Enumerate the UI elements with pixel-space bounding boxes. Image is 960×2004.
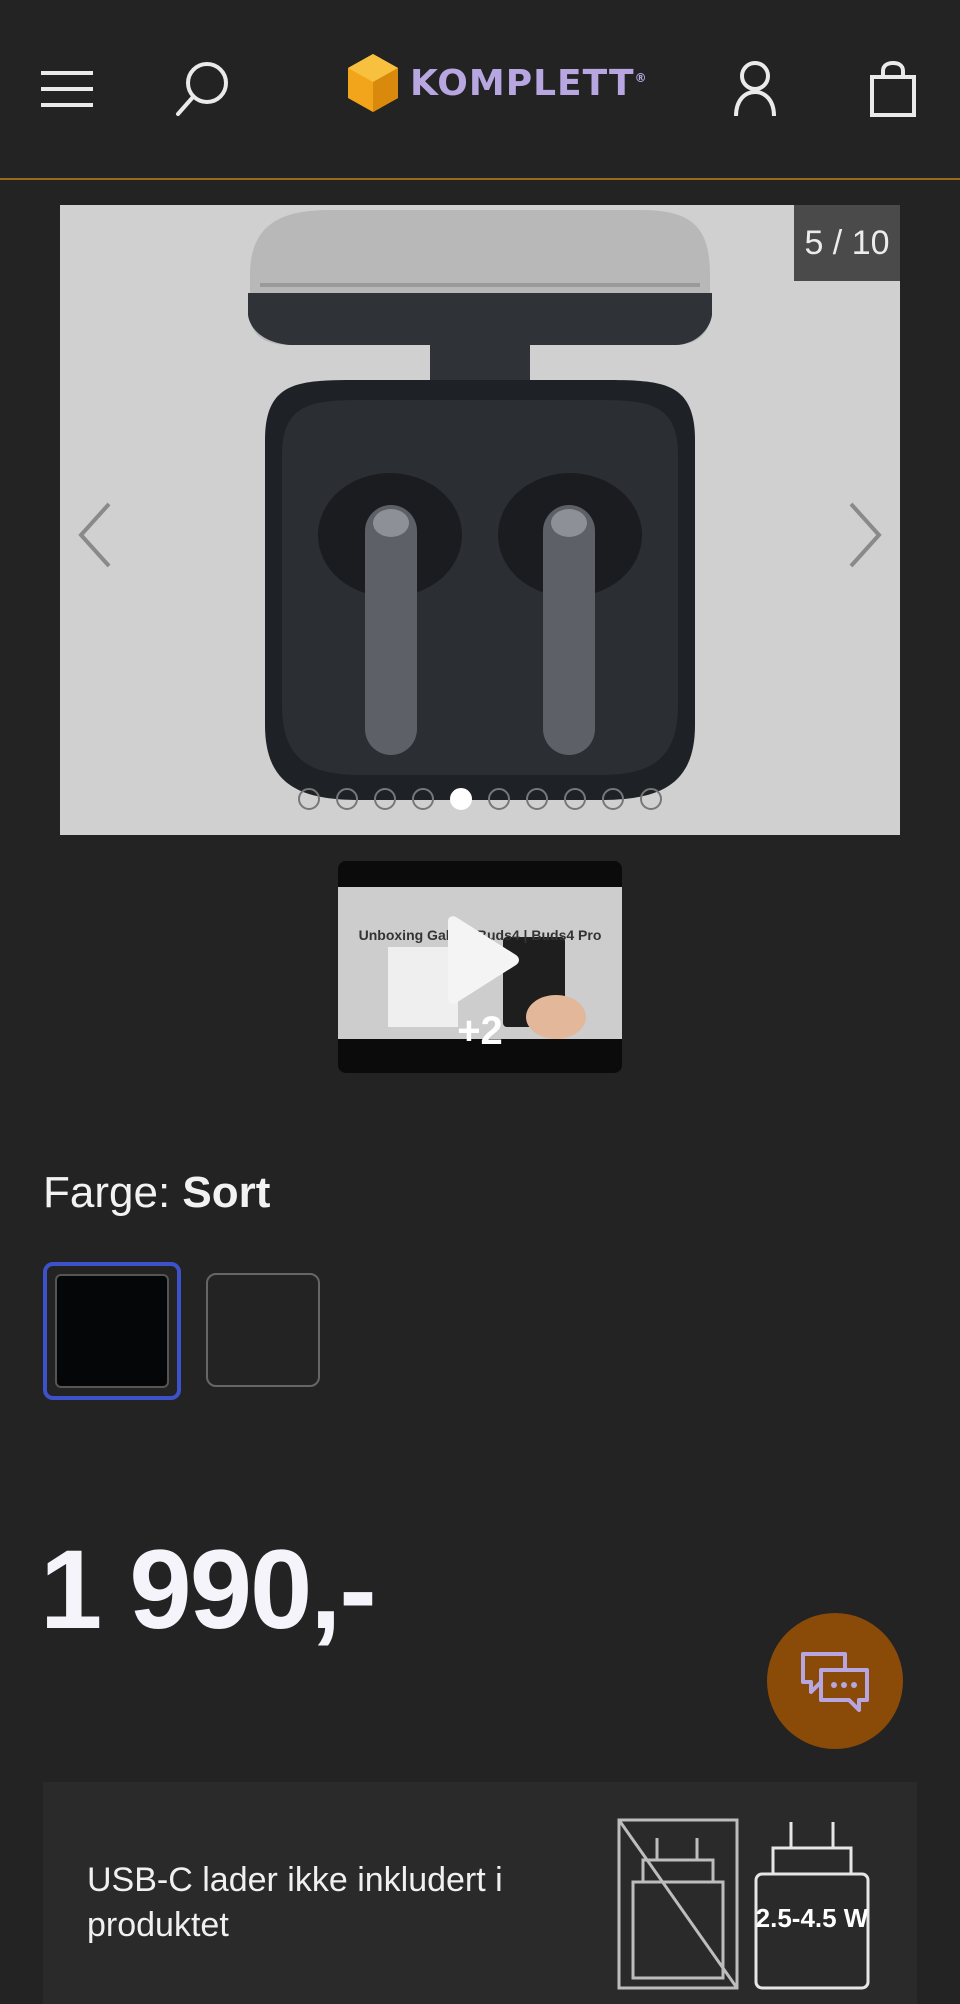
no-charger-icon xyxy=(617,1818,739,1990)
charger-watt-icon-wrap: 2.5-4.5 W xyxy=(753,1818,871,1990)
gallery-pagination xyxy=(60,788,900,810)
video-thumbnail[interactable]: Unboxing Galaxy Buds4 | Buds4 Pro +2 xyxy=(338,861,622,1073)
pagination-dot[interactable] xyxy=(298,788,320,810)
chevron-right-icon xyxy=(849,502,882,568)
next-image-button[interactable] xyxy=(830,485,900,585)
no-charger-icon-wrap xyxy=(617,1818,739,1995)
play-icon xyxy=(448,916,519,1004)
color-swatch-alternate[interactable] xyxy=(206,1273,320,1387)
more-media-count: +2 xyxy=(457,1009,503,1053)
logo-text: KOMPLETT® xyxy=(410,62,648,104)
user-icon xyxy=(734,61,776,117)
search-button[interactable] xyxy=(158,44,248,134)
menu-button[interactable] xyxy=(22,44,112,134)
product-image-gallery[interactable]: 5 / 10 xyxy=(60,205,900,835)
site-header: KOMPLETT® xyxy=(0,0,960,180)
pagination-dot[interactable] xyxy=(564,788,586,810)
charger-info-box: USB-C lader ikke inkludert i produktet 2… xyxy=(43,1782,917,2004)
color-selector-label: Farge: Sort xyxy=(43,1168,271,1217)
product-price: 1 990,- xyxy=(40,1527,377,1652)
chat-icon xyxy=(801,1652,869,1712)
logo-mark-icon xyxy=(348,54,398,112)
pagination-dot[interactable] xyxy=(336,788,358,810)
prev-image-button[interactable] xyxy=(60,485,130,585)
account-button[interactable] xyxy=(710,44,800,134)
search-icon xyxy=(176,62,228,116)
product-image-earbuds xyxy=(60,205,900,835)
pagination-dot[interactable] xyxy=(640,788,662,810)
menu-icon xyxy=(41,71,93,107)
image-counter: 5 / 10 xyxy=(794,205,900,281)
pagination-dot[interactable] xyxy=(412,788,434,810)
komplett-logo[interactable]: KOMPLETT® xyxy=(346,52,648,114)
cart-icon xyxy=(870,61,916,117)
chat-button[interactable] xyxy=(767,1613,903,1749)
pagination-dot[interactable] xyxy=(526,788,548,810)
color-swatch-black[interactable] xyxy=(43,1262,181,1400)
charger-wattage: 2.5-4.5 W xyxy=(755,1903,869,1933)
selected-color-name: Sort xyxy=(182,1168,271,1217)
pagination-dot[interactable] xyxy=(488,788,510,810)
cart-button[interactable] xyxy=(848,44,938,134)
pagination-dot-active[interactable] xyxy=(450,788,472,810)
charger-info-text: USB-C lader ikke inkludert i produktet xyxy=(87,1861,503,1944)
pagination-dot[interactable] xyxy=(602,788,624,810)
chevron-left-icon xyxy=(78,502,111,568)
pagination-dot[interactable] xyxy=(374,788,396,810)
swatch-fill xyxy=(55,1274,169,1388)
